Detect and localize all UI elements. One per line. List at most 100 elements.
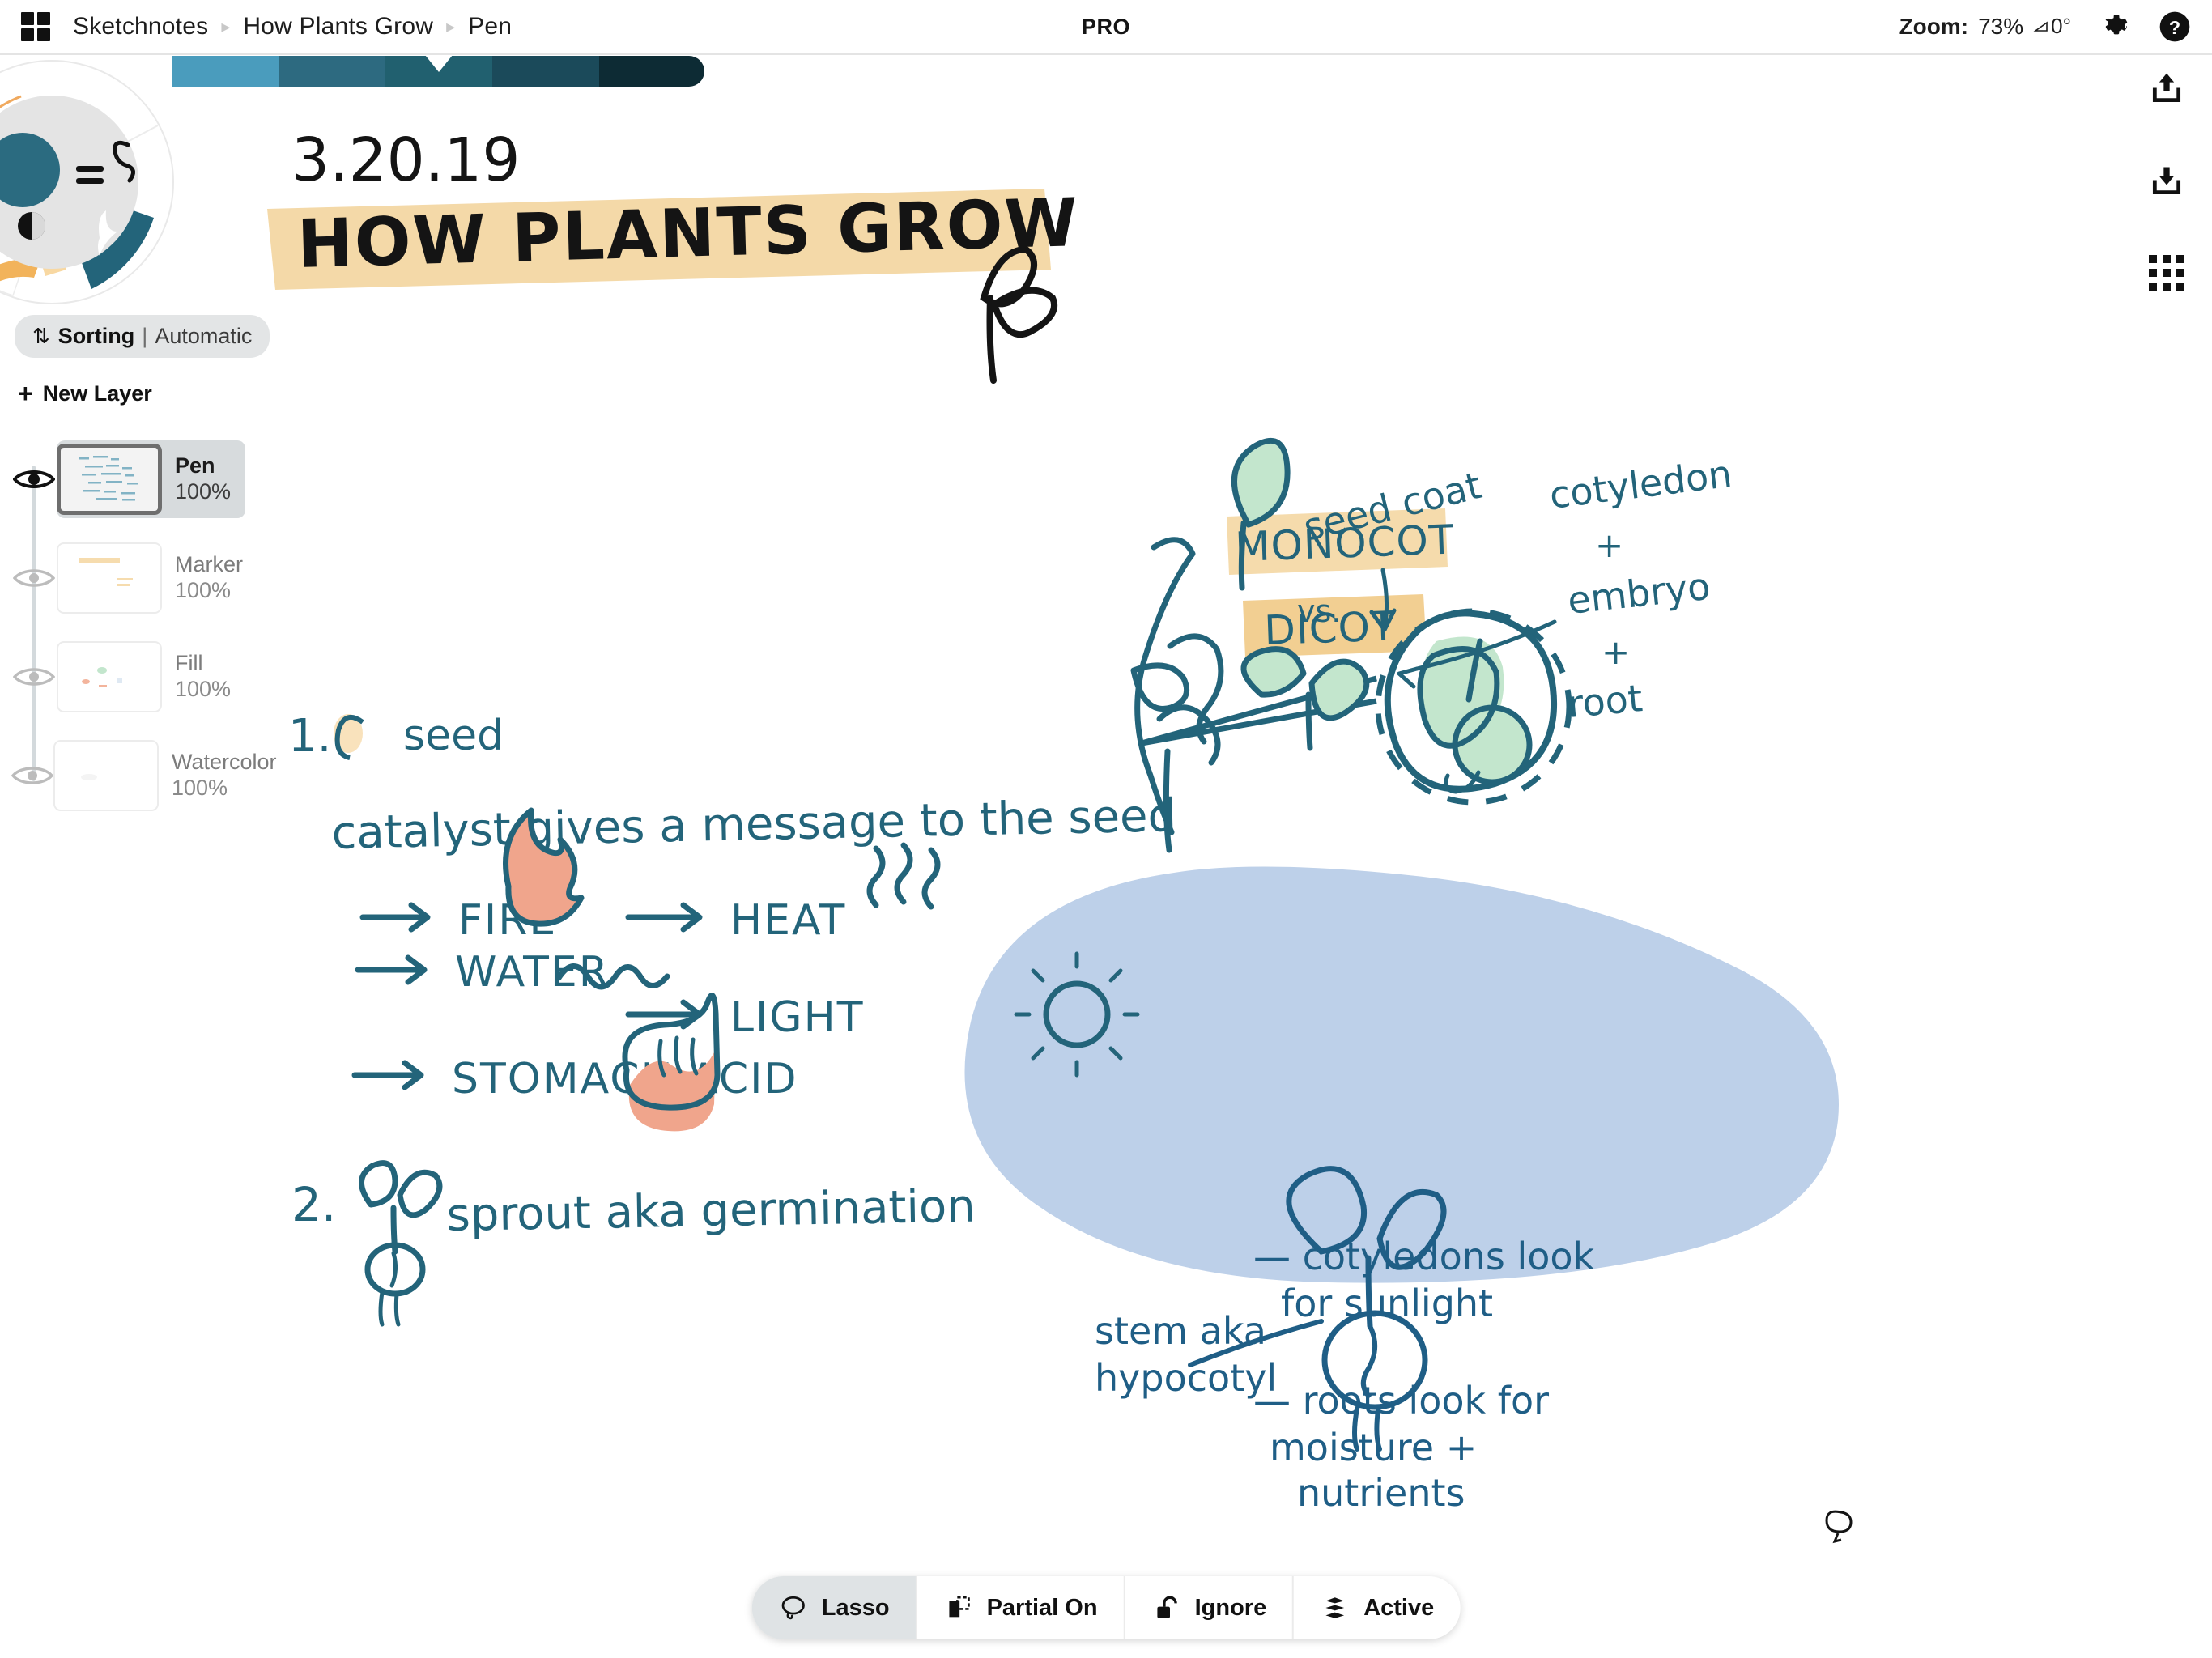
selected-color-notch — [425, 56, 453, 72]
roots-note-line-3: nutrients — [1297, 1471, 1465, 1515]
arrow-label-heat: HEAT — [730, 896, 846, 945]
roots-note-line-2: moisture + — [1270, 1426, 1477, 1469]
apps-grid-icon[interactable] — [21, 12, 50, 41]
item-2-number: 2. — [291, 1177, 336, 1232]
roots-note-line-1: — roots look for — [1253, 1379, 1549, 1422]
breadcrumb-item-sketchnotes[interactable]: Sketchnotes — [73, 13, 208, 40]
layers-panel: ⇅ Sorting | Automatic + New Layer Pen 10… — [0, 259, 277, 825]
zoom-indicator[interactable]: Zoom: 73% 0° — [1899, 14, 2071, 40]
zoom-value: 73% — [1978, 14, 2024, 40]
help-icon[interactable]: ? — [2159, 11, 2191, 43]
layer-thumbnail-pen[interactable] — [57, 444, 162, 515]
rotation-indicator: 0° — [2033, 14, 2071, 39]
right-toolbar — [2142, 70, 2191, 291]
item-1-number: 1. — [288, 710, 331, 763]
color-palette-bar[interactable] — [172, 56, 704, 87]
layer-visibility-toggle-fill[interactable] — [11, 665, 57, 689]
cotyledon-label: cotyledon — [1547, 452, 1734, 517]
blue-blob-shape — [964, 866, 1839, 1283]
top-bar-right-controls: Zoom: 73% 0° ? — [1899, 11, 2191, 43]
layer-name-fill: Fill — [175, 650, 203, 675]
toolbar-label-partial: Partial On — [986, 1594, 1098, 1621]
eye-icon — [13, 569, 55, 587]
sketchnotes-app: Sketchnotes ▸ How Plants Grow ▸ Pen PRO … — [0, 0, 2212, 1658]
rotation-value: 0° — [2051, 13, 2071, 38]
sketchnote-artwork: .ink { fill:none; stroke:#23647a; stroke… — [267, 125, 1853, 1544]
pro-badge: PRO — [1081, 14, 1131, 39]
layer-visibility-toggle-pen[interactable] — [11, 467, 57, 491]
eye-icon — [13, 470, 55, 488]
root-label: root — [1566, 676, 1644, 726]
layer-opacity-marker: 100% — [175, 578, 232, 603]
toolbar-item-active[interactable]: Active — [1294, 1576, 1460, 1639]
layer-thumbnail-fill[interactable] — [57, 641, 162, 712]
layer-thumbnail-marker[interactable] — [57, 542, 162, 614]
dicot-label: DICOT — [1263, 602, 1397, 654]
breadcrumb-item-layer[interactable]: Pen — [468, 13, 512, 40]
layer-visibility-toggle-marker[interactable] — [11, 566, 57, 590]
unlock-icon — [1151, 1592, 1182, 1623]
heat-waves-icon — [866, 842, 941, 910]
layer-opacity-watercolor: 100% — [172, 776, 228, 801]
title-sprout-leaf-right — [990, 287, 1057, 338]
layer-row-watercolor[interactable]: Watercolor 100% — [0, 726, 277, 825]
arrow-label-light: LIGHT — [730, 993, 864, 1042]
layer-list: Pen 100% Marker 100% Fill 100% Watercolo… — [0, 430, 277, 825]
watercolor-thumb — [81, 774, 97, 780]
stem-label-line-2: hypocotyl — [1095, 1356, 1277, 1400]
apps-grid-icon[interactable] — [2148, 254, 2185, 291]
monocot-label: MONOCOT — [1234, 517, 1455, 571]
date-text: 3.20.19 — [291, 125, 520, 195]
zoom-label: Zoom: — [1899, 14, 1969, 40]
layer-visibility-toggle-watercolor[interactable] — [11, 763, 53, 788]
sorting-separator: | — [142, 324, 148, 348]
title-sprout-stem — [986, 295, 997, 384]
sorting-label: Sorting — [57, 324, 135, 348]
plus-sign-1: + — [1595, 525, 1623, 565]
gear-icon[interactable] — [2099, 11, 2131, 43]
fill-thumb — [82, 667, 122, 687]
color-swatch-1[interactable] — [279, 56, 385, 87]
tool-wheel[interactable] — [0, 56, 178, 308]
eye-icon — [13, 668, 55, 686]
layer-row-pen[interactable]: Pen 100% — [0, 430, 267, 529]
dicot-stem — [1305, 691, 1313, 751]
layer-name-watercolor: Watercolor — [172, 749, 277, 774]
top-bar: Sketchnotes ▸ How Plants Grow ▸ Pen PRO … — [0, 0, 2212, 55]
layers-stack-icon — [1320, 1592, 1351, 1623]
color-swatch-2-selected[interactable] — [385, 56, 492, 87]
item-2-text: sprout aka germination — [446, 1180, 976, 1242]
sorting-value: Automatic — [155, 324, 253, 348]
toolbar-item-ignore[interactable]: Ignore — [1125, 1576, 1295, 1639]
layer-row-marker[interactable]: Marker 100% — [0, 529, 267, 627]
download-icon[interactable] — [2148, 162, 2185, 199]
color-swatch-3[interactable] — [492, 56, 599, 87]
sort-arrows-icon: ⇅ — [32, 324, 50, 348]
bottom-toolbar: Lasso Partial On Ignore Active — [751, 1576, 1461, 1639]
drawing-canvas[interactable]: .ink { fill:none; stroke:#23647a; stroke… — [267, 55, 2212, 1658]
layer-thumbnail-watercolor[interactable] — [53, 740, 159, 811]
breadcrumb-separator: ▸ — [221, 16, 231, 36]
contrast-icon[interactable] — [18, 212, 45, 240]
layer-name-pen: Pen — [175, 453, 215, 478]
toolbar-item-lasso[interactable]: Lasso — [751, 1576, 917, 1639]
marker-thumb — [79, 558, 133, 586]
share-upload-icon[interactable] — [2148, 70, 2185, 107]
toolbar-label-lasso: Lasso — [821, 1594, 890, 1621]
layer-opacity-pen: 100% — [175, 479, 232, 504]
breadcrumb-item-document[interactable]: How Plants Grow — [243, 13, 433, 40]
embryo-label: embryo — [1566, 564, 1712, 623]
lasso-cursor-icon — [1825, 1510, 1853, 1544]
new-layer-button[interactable]: + New Layer — [18, 379, 267, 409]
color-swatch-0[interactable] — [172, 56, 279, 87]
pen-sketch-thumb — [79, 456, 138, 501]
toolbar-label-ignore: Ignore — [1194, 1594, 1267, 1621]
item-2-sprout-leaf-right — [397, 1169, 443, 1218]
color-swatch-4[interactable] — [599, 56, 704, 87]
cotyledons-note-line-2: for sunlight — [1281, 1282, 1493, 1325]
sorting-control[interactable]: ⇅ Sorting | Automatic — [15, 315, 270, 358]
item-2-roots — [378, 1290, 401, 1327]
lasso-icon — [778, 1592, 809, 1623]
toolbar-item-partial[interactable]: Partial On — [917, 1576, 1125, 1639]
layer-row-fill[interactable]: Fill 100% — [0, 627, 267, 726]
